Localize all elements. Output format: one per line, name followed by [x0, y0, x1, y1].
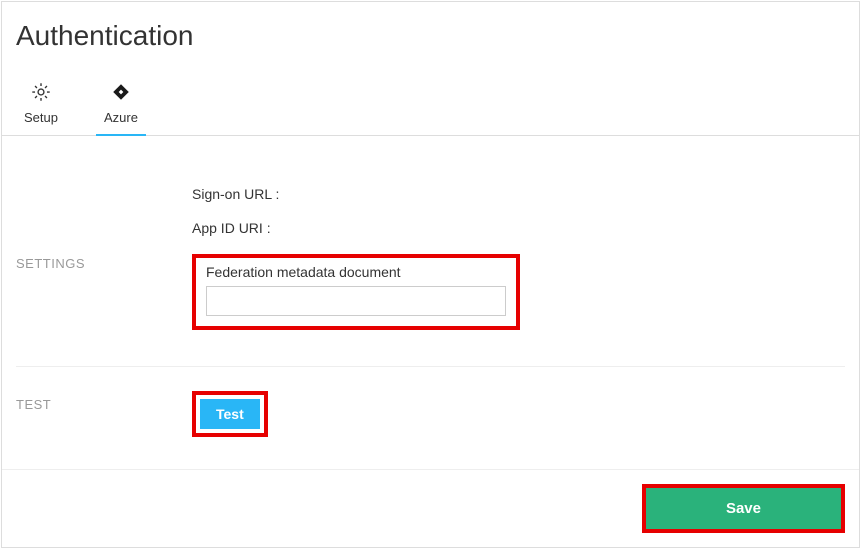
tab-setup-label: Setup [24, 110, 58, 125]
tab-azure-label: Azure [104, 110, 138, 125]
federation-label: Federation metadata document [206, 264, 506, 280]
federation-highlight: Federation metadata document [192, 254, 520, 330]
settings-section-label: SETTINGS [2, 186, 192, 330]
azure-icon [109, 80, 133, 104]
page-title: Authentication [2, 2, 859, 52]
save-button[interactable]: Save [646, 488, 841, 529]
federation-input[interactable] [206, 286, 506, 316]
tab-setup[interactable]: Setup [16, 80, 66, 135]
test-highlight: Test [192, 391, 268, 437]
footer: Save [2, 469, 859, 547]
appid-uri-label: App ID URI : [192, 220, 859, 236]
save-highlight: Save [642, 484, 845, 533]
test-section-label: TEST [2, 391, 192, 437]
tab-azure[interactable]: Azure [96, 80, 146, 135]
signon-url-label: Sign-on URL : [192, 186, 859, 202]
gear-icon [29, 80, 53, 104]
tabs: Setup Azure [2, 52, 859, 136]
test-button[interactable]: Test [200, 399, 260, 429]
